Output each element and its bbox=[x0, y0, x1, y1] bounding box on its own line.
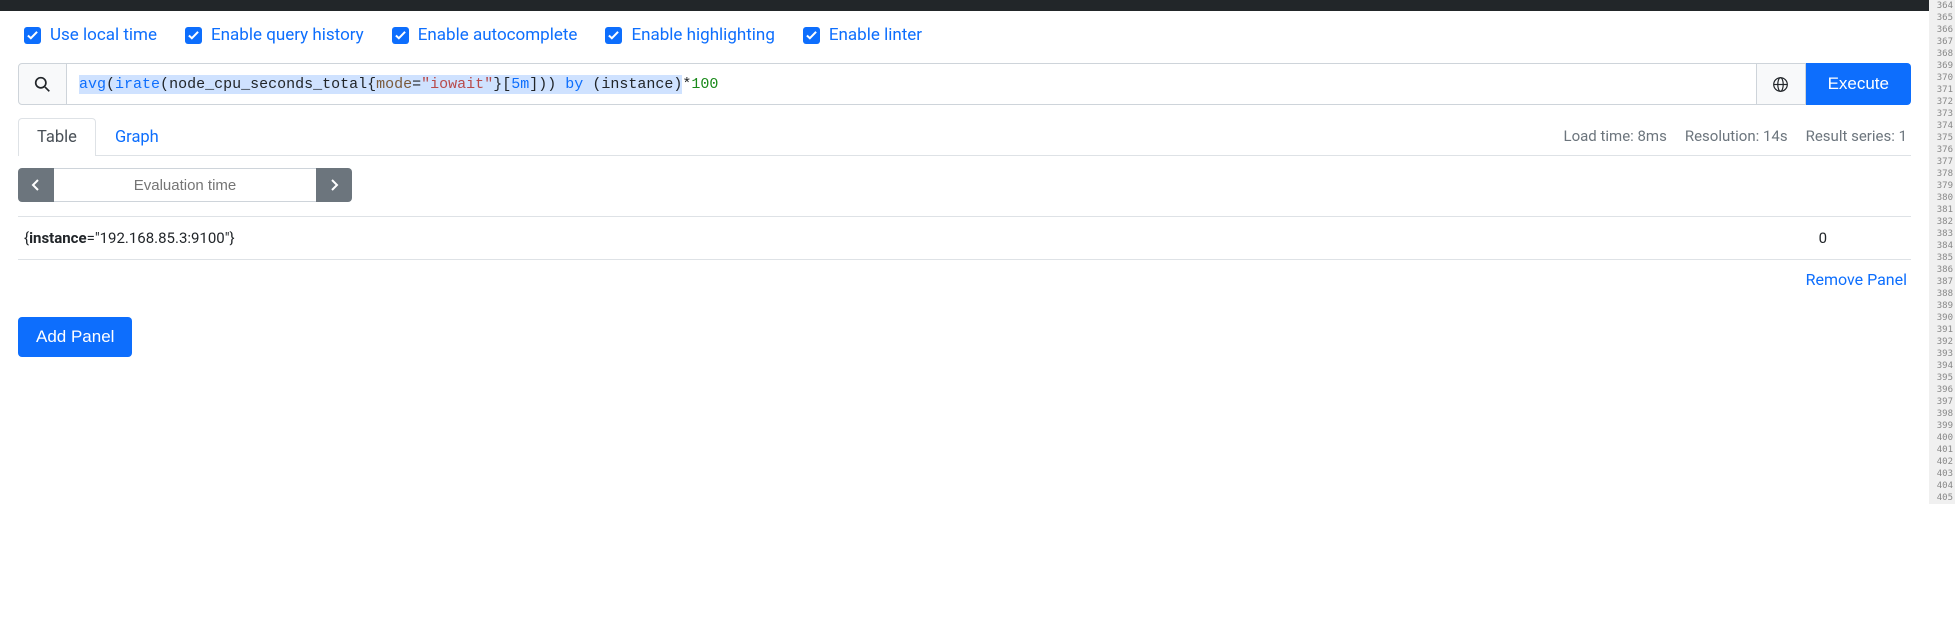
checkbox-icon bbox=[24, 27, 41, 44]
globe-button[interactable] bbox=[1757, 63, 1806, 105]
metrics-explorer-button[interactable] bbox=[18, 63, 67, 105]
stat-resolution: Resolution: 14s bbox=[1685, 127, 1788, 145]
option-label: Enable query history bbox=[211, 25, 364, 45]
option-use-local-time[interactable]: Use local time bbox=[24, 25, 157, 45]
evaluation-time-input[interactable] bbox=[54, 168, 316, 202]
globe-icon bbox=[1772, 76, 1789, 93]
tab-graph[interactable]: Graph bbox=[96, 118, 178, 156]
result-row: {instance="192.168.85.3:9100"} 0 bbox=[18, 217, 1911, 260]
option-label: Enable autocomplete bbox=[418, 25, 578, 45]
checkbox-icon bbox=[392, 27, 409, 44]
option-enable-autocomplete[interactable]: Enable autocomplete bbox=[392, 25, 578, 45]
eval-time-prev-button[interactable] bbox=[18, 168, 54, 202]
checkbox-icon bbox=[803, 27, 820, 44]
chevron-left-icon bbox=[31, 179, 41, 191]
option-enable-linter[interactable]: Enable linter bbox=[803, 25, 922, 45]
option-enable-highlighting[interactable]: Enable highlighting bbox=[605, 25, 774, 45]
stat-load-time: Load time: 8ms bbox=[1564, 127, 1667, 145]
execute-button[interactable]: Execute bbox=[1806, 63, 1911, 105]
search-icon bbox=[34, 76, 51, 93]
checkbox-icon bbox=[185, 27, 202, 44]
expression-input[interactable]: avg(irate(node_cpu_seconds_total{mode="i… bbox=[67, 63, 1757, 105]
query-row: avg(irate(node_cpu_seconds_total{mode="i… bbox=[18, 63, 1911, 105]
tab-table[interactable]: Table bbox=[18, 118, 96, 156]
option-label: Enable highlighting bbox=[631, 25, 774, 45]
option-label: Use local time bbox=[50, 25, 157, 45]
result-series-label: {instance="192.168.85.3:9100"} bbox=[24, 229, 235, 247]
result-value: 0 bbox=[1819, 229, 1905, 247]
stat-result-series: Result series: 1 bbox=[1806, 127, 1907, 145]
options-row: Use local time Enable query history Enab… bbox=[18, 25, 1911, 45]
tabs-row: Table Graph Load time: 8ms Resolution: 1… bbox=[18, 117, 1911, 156]
top-bar bbox=[0, 0, 1955, 11]
chevron-right-icon bbox=[329, 179, 339, 191]
evaluation-time-row bbox=[18, 168, 1911, 217]
option-label: Enable linter bbox=[829, 25, 922, 45]
remove-panel-link[interactable]: Remove Panel bbox=[18, 260, 1911, 289]
checkbox-icon bbox=[605, 27, 622, 44]
option-enable-query-history[interactable]: Enable query history bbox=[185, 25, 364, 45]
ruler-column: 364 365 366 367 368 369 370 371 372 373 … bbox=[1929, 0, 1955, 357]
eval-time-next-button[interactable] bbox=[316, 168, 352, 202]
query-highlight: avg(irate(node_cpu_seconds_total{mode="i… bbox=[79, 75, 682, 94]
add-panel-button[interactable]: Add Panel bbox=[18, 317, 132, 357]
query-stats: Load time: 8ms Resolution: 14s Result se… bbox=[1564, 127, 1911, 145]
